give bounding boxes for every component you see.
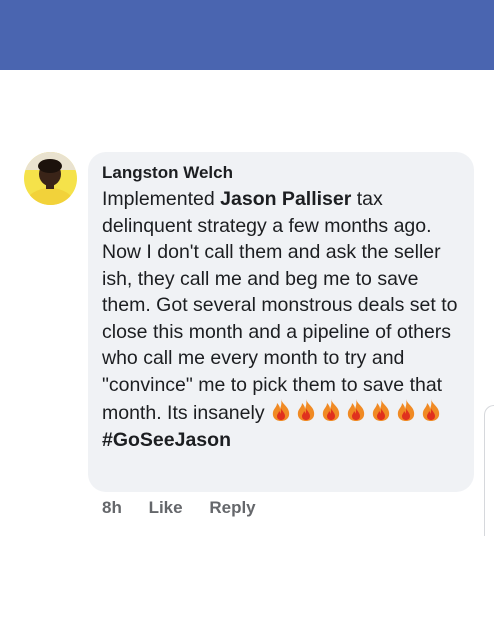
fire-emoji-icon (297, 399, 315, 421)
fire-emoji-icon (272, 399, 290, 421)
like-button[interactable]: Like (149, 498, 183, 518)
comment-text-start: Implemented (102, 188, 221, 210)
avatar[interactable] (24, 152, 77, 205)
comment-author-name[interactable]: Langston Welch (102, 162, 460, 184)
fire-emoji-icon (347, 399, 365, 421)
reply-button[interactable]: Reply (209, 498, 255, 518)
comment-actions: 8h Like Reply (102, 498, 278, 518)
comment-text-rest: tax delinquent strategy a few months ago… (102, 188, 458, 424)
fire-emoji-icon (397, 399, 415, 421)
hashtag-link[interactable]: #GoSeeJason (102, 429, 231, 451)
fire-emoji-icon (322, 399, 340, 421)
fire-emoji-icon (372, 399, 390, 421)
fire-emoji-group-1 (270, 399, 370, 424)
fire-emoji-group-2 (370, 399, 445, 424)
comment-text: Implemented Jason Palliser tax delinquen… (102, 186, 460, 453)
mention-link[interactable]: Jason Palliser (220, 188, 351, 210)
comment-bubble: Langston Welch Implemented Jason Pallise… (88, 152, 474, 492)
avatar-photo (24, 152, 77, 205)
fire-emoji-icon (422, 399, 440, 421)
comment-timestamp[interactable]: 8h (102, 498, 122, 518)
adjacent-card-edge (484, 405, 494, 536)
app-header-bar (0, 0, 494, 70)
